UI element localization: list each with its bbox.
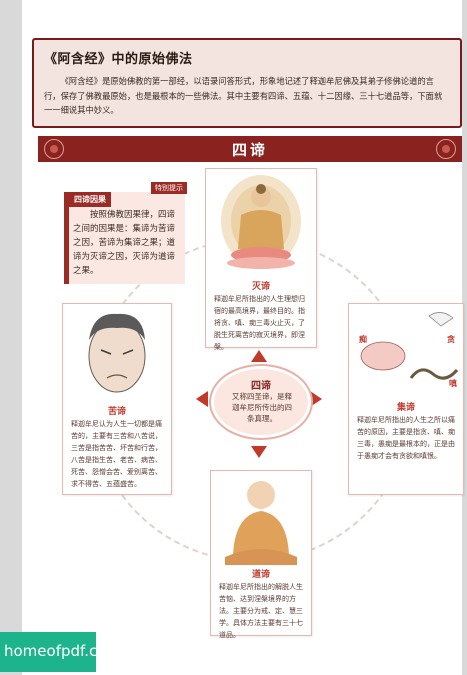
card-mie-text: 释迦牟尼所指出的人生理想归宿的最高境界，最终目的。指将贪、嗔、痴三毒火止灭，了脱… — [214, 295, 305, 351]
center-text: 又称四圣谛，是释迦牟尼所传出的四条真理。 — [232, 392, 292, 423]
tip-text: 按照佛教因果律，四谛之间的因果是：集谛为苦谛之因，苦谛为集谛之果；道谛为灭谛之因… — [73, 210, 176, 276]
intro-text: 《阿含经》是原始佛教的第一部经，以语录问答形式，形象地记述了释迦牟尼佛及其弟子修… — [44, 76, 443, 115]
card-mie-label: 灭谛 — [251, 282, 270, 292]
section-title: 四谛 — [231, 141, 268, 159]
tip-badge: 四谛因果 — [69, 192, 111, 207]
flower-ornament-icon — [436, 139, 456, 159]
pig-label: 痴 — [359, 335, 367, 344]
suffering-face-icon — [88, 313, 146, 393]
arrow-down-icon — [251, 446, 267, 458]
watermark-badge: homeofpdf.com — [0, 632, 121, 672]
monk-image-icon — [225, 481, 297, 565]
card-ku-text: 释迦牟尼认为人生一切都是痛苦的，主要有三苦和八苦说，三苦是指苦苦、坏苦和行苦，八… — [71, 420, 162, 488]
card-ku-label: 苦谛 — [107, 407, 126, 417]
tip-hint-label: 特别提示 — [151, 182, 187, 194]
center-node: 四谛 又称四圣谛，是释迦牟尼所传出的四条真理。 — [211, 366, 311, 438]
tip-box: 四谛因果 特别提示 按照佛教因果律，四谛之间的因果是：集谛为苦谛之因，苦谛为集谛… — [64, 182, 187, 284]
arrow-right-icon — [310, 391, 322, 407]
card-dao-text: 释迦牟尼所指出的解脱人生苦恼、达到涅槃境界的方法。主要分为戒、定、慧三学。具体方… — [219, 583, 303, 639]
buddha-image-icon — [221, 175, 301, 269]
intro-title: 《阿含经》中的原始佛法 — [44, 52, 193, 67]
card-ku: 苦谛 释迦牟尼认为人生一切都是痛苦的，主要有三苦和八苦说，三苦是指苦苦、坏苦和行… — [62, 303, 172, 495]
section-banner: 四谛 — [38, 136, 462, 162]
card-dao-label: 道谛 — [251, 570, 270, 580]
card-ji-label: 集谛 — [396, 403, 415, 413]
card-dao: 道谛 释迦牟尼所指出的解脱人生苦恼、达到涅槃境界的方法。主要分为戒、定、慧三学。… — [210, 470, 312, 639]
arrow-up-icon — [251, 350, 267, 362]
card-ji-text: 释迦牟尼所指出的人生之所以痛苦的原因，主要是指贪、嗔、痴三毒，愚痴是最根本的，正… — [357, 416, 455, 460]
three-poisons-image-icon — [360, 312, 459, 380]
snake-label: 嗔 — [449, 379, 457, 388]
bird-label: 贪 — [447, 335, 455, 344]
card-ji: 痴 贪 嗔 集谛 释迦牟尼所指出的人生之所以痛苦的原因，主要是指贪、嗔、痴三毒，… — [348, 303, 464, 495]
watermark-text: homeofpdf.com — [4, 642, 122, 660]
intro-box: 《阿含经》中的原始佛法 《阿含经》是原始佛教的第一部经，以语录问答形式，形象地记… — [32, 38, 462, 128]
center-title: 四谛 — [251, 381, 271, 392]
card-mie: 灭谛 释迦牟尼所指出的人生理想归宿的最高境界，最终目的。指将贪、嗔、痴三毒火止灭… — [205, 168, 317, 351]
arrow-left-icon — [196, 391, 208, 407]
